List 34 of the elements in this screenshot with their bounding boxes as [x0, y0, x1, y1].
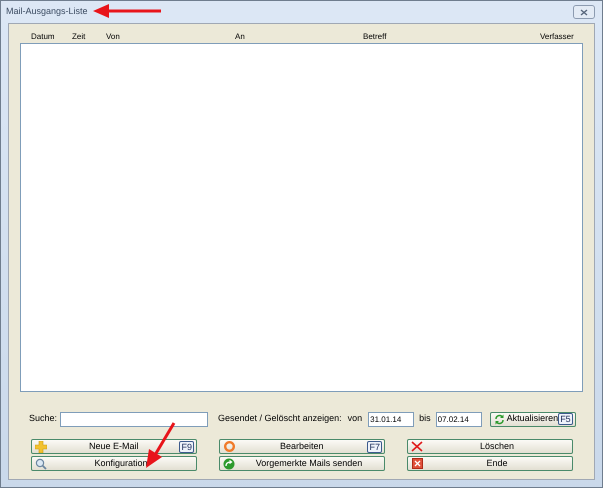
column-header[interactable]: Betreff	[363, 31, 386, 43]
action-button[interactable]: Neue E-Mail F9	[31, 439, 197, 454]
column-header[interactable]: An	[235, 31, 245, 43]
date-field[interactable]: 31.01.14	[368, 412, 414, 426]
close-button[interactable]	[573, 5, 595, 19]
column-header[interactable]: Verfasser	[540, 31, 574, 43]
date-field[interactable]: 07.02.14	[436, 412, 482, 426]
from-label: von	[348, 412, 362, 426]
action-button[interactable]: Konfiguration	[31, 456, 197, 471]
cross-icon	[411, 441, 423, 452]
column-header[interactable]: Datum	[31, 31, 55, 43]
close-icon	[580, 8, 588, 16]
column-header[interactable]: Zeit	[72, 31, 86, 43]
range-label: Gesendet / Gelöscht anzeigen:	[218, 412, 342, 426]
shortcut-key: F7	[367, 440, 382, 452]
close-box-icon	[412, 458, 422, 469]
magnifier-icon	[35, 458, 47, 470]
arrow-circle-icon	[223, 458, 235, 470]
to-label: bis	[419, 412, 431, 426]
shortcut-key: F9	[179, 440, 194, 452]
search-label: Suche:	[29, 412, 58, 426]
annotation-arrow	[93, 4, 163, 18]
ring-icon	[224, 441, 234, 452]
plus-icon	[35, 440, 47, 452]
column-header[interactable]: Von	[106, 31, 120, 43]
shortcut-key: F5	[558, 413, 573, 425]
action-button[interactable]: Ende	[407, 456, 573, 471]
refresh-button[interactable]: Aktualisieren F5	[490, 412, 576, 426]
refresh-icon	[494, 414, 506, 424]
action-button[interactable]: Löschen	[407, 439, 573, 454]
action-button[interactable]: Vorgemerkte Mails senden	[219, 456, 385, 471]
action-button[interactable]: Bearbeiten F7	[219, 439, 385, 454]
search-field[interactable]	[60, 412, 208, 426]
window-title: Mail-Ausgangs-Liste	[6, 5, 88, 18]
